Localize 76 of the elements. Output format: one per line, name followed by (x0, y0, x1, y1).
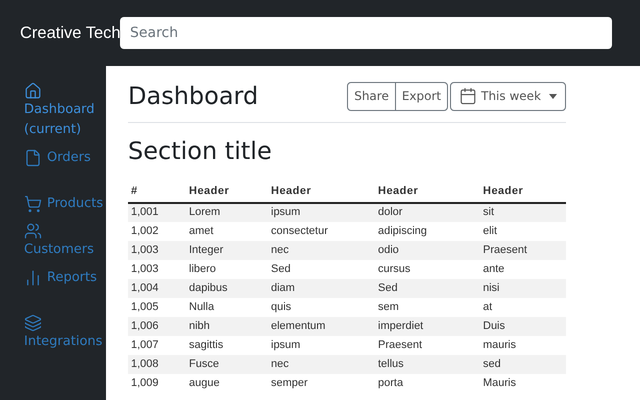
table-cell: sit (480, 202, 566, 222)
table-cell: elementum (268, 316, 375, 336)
page-title: Dashboard (128, 81, 258, 112)
table-cell: 1,006 (128, 316, 186, 336)
table-cell: dolor (375, 202, 480, 222)
caret-icon (549, 94, 557, 98)
sidebar-link[interactable]: Reports (24, 268, 104, 288)
table-cell: 1,005 (128, 298, 186, 316)
people-icon (24, 222, 42, 240)
table-cell: nisi (480, 278, 566, 298)
layers-icon (24, 314, 42, 332)
search-field[interactable]: Search (120, 17, 612, 49)
table-cell: mauris (480, 336, 566, 354)
table-cell: augue (186, 374, 268, 392)
table-cell: Duis (480, 316, 566, 336)
table-cell: Fusce (186, 354, 268, 374)
house-icon (24, 82, 42, 100)
column-header: Header (186, 181, 268, 202)
table-cell: sem (375, 298, 480, 316)
table-cell: diam (268, 278, 375, 298)
column-header: Header (480, 181, 566, 202)
sidebar-link[interactable]: Integrations (24, 314, 104, 352)
cart-icon (24, 195, 42, 213)
table-cell: 1,009 (128, 374, 186, 392)
table-cell: 1,007 (128, 336, 186, 354)
table-cell: at (480, 298, 566, 316)
table-cell: Praesent (480, 240, 566, 260)
table-cell: cursus (375, 260, 480, 278)
section-title: Section title (128, 136, 273, 167)
table-cell: Nulla (186, 298, 268, 316)
table-cell: amet (186, 222, 268, 240)
table-cell: semper (268, 374, 375, 392)
document-icon (24, 149, 42, 167)
table-cell: porta (375, 374, 480, 392)
column-header: Header (375, 181, 480, 202)
table-cell: Praesent (375, 336, 480, 354)
table-cell: ante (480, 260, 566, 278)
toolbar-button[interactable]: Share (347, 82, 396, 110)
table-cell: quis (268, 298, 375, 316)
table-cell: 1,001 (128, 202, 186, 222)
table-cell: sagittis (186, 336, 268, 354)
table-cell: libero (186, 260, 268, 278)
table-cell: Integer (186, 240, 268, 260)
table-cell: 1,004 (128, 278, 186, 298)
table-cell: 1,008 (128, 354, 186, 374)
toolbar-button[interactable]: Export (394, 82, 448, 110)
table-cell: dapibus (186, 278, 268, 298)
table-cell: 1,002 (128, 222, 186, 240)
table-cell: nec (268, 240, 375, 260)
table-cell: Sed (375, 278, 480, 298)
table-cell: 1,003 (128, 260, 186, 278)
table-cell: elit (480, 222, 566, 240)
period-dropdown[interactable]: This week (450, 82, 566, 110)
table-cell: 1,003 (128, 240, 186, 260)
table-cell: nibh (186, 316, 268, 336)
table-cell: adipiscing (375, 222, 480, 240)
sidebar-link[interactable]: Products (24, 194, 104, 214)
table-cell: Sed (268, 260, 375, 278)
table-cell: ipsum (268, 336, 375, 354)
table-cell: sed (480, 354, 566, 374)
table-cell: nec (268, 354, 375, 374)
brand-name[interactable]: Creative Tech (20, 24, 121, 42)
calendar-icon (459, 87, 478, 105)
table-cell: Lorem (186, 202, 268, 222)
column-header: # (128, 181, 186, 202)
table-cell: Mauris (480, 374, 566, 392)
table-cell: tellus (375, 354, 480, 374)
table-cell: imperdiet (375, 316, 480, 336)
table-cell: consectetur (268, 222, 375, 240)
sidebar-link[interactable]: Orders (24, 148, 104, 168)
bar-chart-icon (24, 269, 42, 287)
table-cell: ipsum (268, 202, 375, 222)
sidebar-link[interactable]: Customers (24, 222, 104, 260)
column-header: Header (268, 181, 375, 202)
sidebar-link[interactable]: Dashboard (current) (24, 82, 104, 140)
table-cell: odio (375, 240, 480, 260)
